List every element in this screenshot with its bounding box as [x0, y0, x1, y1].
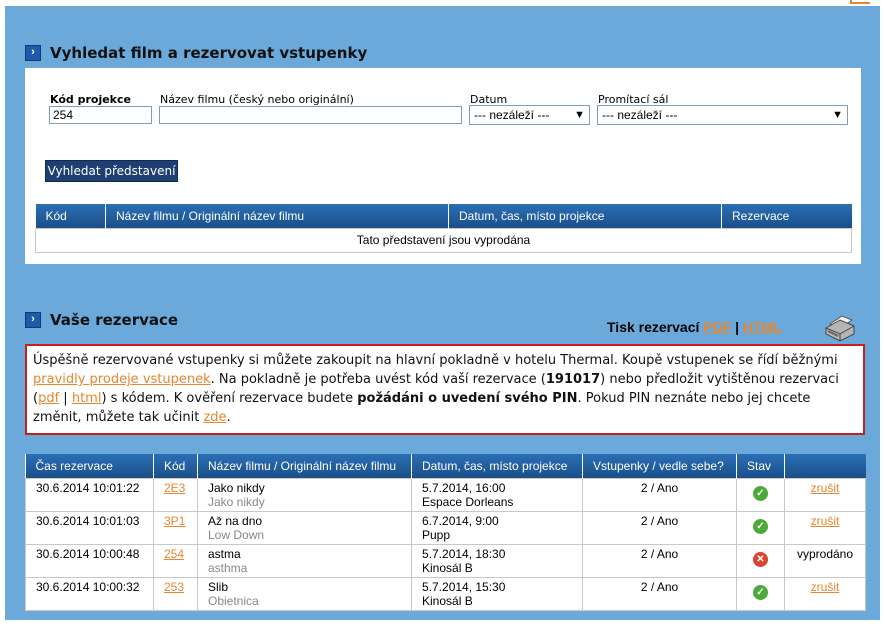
tickets: 2 / Ano [582, 477, 737, 512]
table-row: 30.6.2014 10:00:48 254 astma asthma 5.7.2… [25, 543, 866, 578]
table-header-row: Čas rezervace Kód Název filmu / Originál… [25, 454, 866, 478]
original-title: Obietnica [208, 593, 259, 608]
code-input[interactable]: 254 [49, 106, 152, 124]
reservation-info-box: Úspěšně rezervované vstupenky si můžete … [25, 344, 865, 435]
column-header: Kód [35, 204, 106, 228]
chevron-down-icon: ▼ [574, 109, 585, 121]
table-row: 30.6.2014 10:01:22 2E3 Jako nikdy Jako ni… [25, 477, 866, 512]
cancel-link[interactable]: zrušit [811, 481, 840, 495]
original-title: Low Down [208, 527, 265, 542]
projection-code-link[interactable]: 253 [164, 580, 184, 594]
cancel-link[interactable]: zrušit [811, 514, 840, 528]
reservation-time: 30.6.2014 10:00:48 [25, 543, 154, 578]
pin-notice: požádáni o uvedení svého PIN [357, 391, 578, 406]
print-pdf-link[interactable]: PDF [703, 319, 731, 335]
tickets: 2 / Ano [582, 510, 737, 545]
column-header: Čas rezervace [25, 454, 154, 478]
search-section-title: Vyhledat film a rezervovat vstupenky [50, 44, 368, 62]
date-select[interactable]: --- nezáleží --- ▼ [469, 105, 590, 125]
projection-place: Kinosál B [422, 593, 473, 608]
film-title: astma [208, 546, 241, 561]
print-label: Tisk rezervací [607, 319, 700, 335]
info-text: ) s kódem. K ověření rezervace budete [101, 391, 358, 406]
projection-place: Kinosál B [422, 560, 473, 575]
film-title: Slib [208, 579, 229, 594]
chevron-down-icon: ▼ [832, 109, 843, 121]
info-text: . [226, 410, 231, 425]
hall-select-value: --- nezáleží --- [602, 108, 678, 122]
table-row: 30.6.2014 10:01:03 3P1 Až na dno Low Down… [25, 510, 866, 545]
corner-mark [850, 0, 870, 4]
projection-date: 5.7.2014, 18:30 [422, 546, 506, 561]
column-header: Vstupenky / vedle sebe? [582, 454, 737, 478]
reservation-time: 30.6.2014 10:00:32 [25, 576, 154, 611]
reservations-table: Čas rezervace Kód Název filmu / Originál… [25, 454, 866, 611]
empty-row: Tato představení jsou vyprodána [35, 227, 852, 253]
hall-select[interactable]: --- nezáleží --- ▼ [597, 105, 848, 125]
code-label: Kód projekce [50, 93, 131, 106]
error-icon: ✕ [753, 551, 768, 567]
column-header: Rezervace [721, 204, 852, 228]
html-link[interactable]: html [72, 391, 102, 406]
table-row: 30.6.2014 10:00:32 253 Slib Obietnica 5.7… [25, 576, 866, 611]
projection-place: Pupp [422, 527, 451, 542]
column-header: Datum, čas, místo projekce [448, 204, 722, 228]
info-separator: | [59, 391, 72, 406]
info-text: . Na pokladně je potřeba uvést kód vaší … [210, 372, 546, 387]
projection-code-link[interactable]: 2E3 [164, 481, 185, 495]
tickets: 2 / Ano [582, 543, 737, 578]
projection-code-link[interactable]: 3P1 [164, 514, 185, 528]
reservations-section-title: Vaše rezervace [50, 311, 179, 329]
projection-code-link[interactable]: 254 [164, 547, 184, 561]
section-arrow-icon: › [25, 45, 41, 61]
search-button[interactable]: Vyhledat představení [45, 160, 178, 182]
print-html-link[interactable]: HTML [743, 319, 782, 335]
table-header-row: Kód Název filmu / Originální název filmu… [35, 204, 852, 228]
rules-link[interactable]: pravidly prodeje vstupenek [33, 372, 211, 387]
original-title: asthma [208, 560, 248, 575]
print-reservations: Tisk rezervací PDF | HTML [607, 319, 782, 335]
info-text: Úspěšně rezervované vstupenky si můžete … [33, 353, 838, 368]
date-select-value: --- nezáleží --- [474, 108, 550, 122]
reservation-time: 30.6.2014 10:01:22 [25, 477, 154, 512]
column-header: Stav [736, 454, 785, 478]
print-separator: | [735, 319, 740, 335]
search-results-table: Kód Název filmu / Originální název filmu… [35, 204, 852, 253]
original-title: Jako nikdy [208, 494, 265, 509]
checkmark-icon: ✓ [753, 584, 768, 600]
column-header: Kód [153, 454, 198, 478]
reservation-code: 191017 [545, 372, 601, 387]
change-pin-link[interactable]: zde [203, 410, 226, 425]
title-input[interactable] [159, 106, 462, 124]
printer-icon[interactable] [822, 312, 856, 342]
reservation-time: 30.6.2014 10:01:03 [25, 510, 154, 545]
projection-date: 5.7.2014, 15:30 [422, 579, 506, 594]
title-label: Název filmu (český nebo originální) [160, 93, 354, 106]
tickets: 2 / Ano [582, 576, 737, 611]
projection-date: 6.7.2014, 9:00 [422, 513, 499, 528]
section-arrow-icon: › [25, 312, 41, 328]
column-header: Název filmu / Originální název filmu [197, 454, 412, 478]
projection-date: 5.7.2014, 16:00 [422, 480, 506, 495]
checkmark-icon: ✓ [753, 518, 768, 534]
sold-out-label: vyprodáno [784, 543, 866, 578]
column-header [784, 454, 866, 478]
projection-place: Espace Dorleans [422, 494, 514, 509]
film-title: Až na dno [208, 513, 263, 528]
cancel-link[interactable]: zrušit [811, 580, 840, 594]
empty-message: Tato představení jsou vyprodána [35, 227, 852, 253]
column-header: Název filmu / Originální název filmu [105, 204, 449, 228]
column-header: Datum, čas, místo projekce [411, 454, 583, 478]
checkmark-icon: ✓ [753, 485, 768, 501]
film-title: Jako nikdy [208, 480, 265, 495]
pdf-link[interactable]: pdf [38, 391, 59, 406]
